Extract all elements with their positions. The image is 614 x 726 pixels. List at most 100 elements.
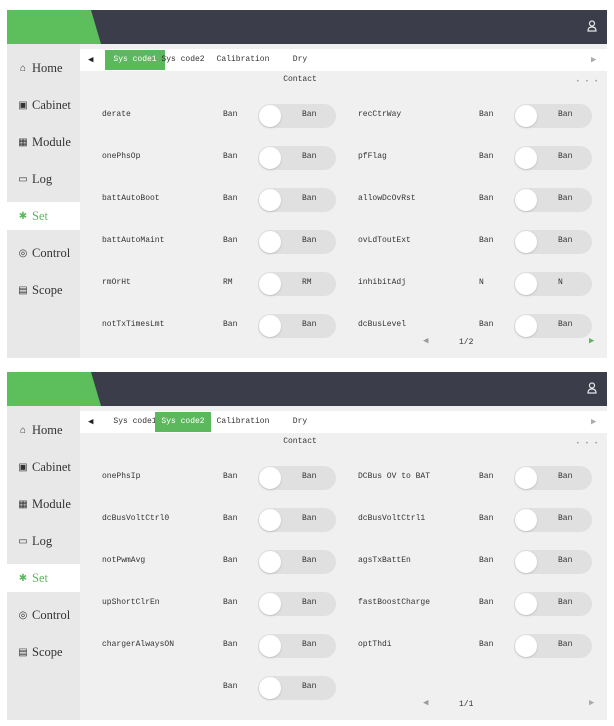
home-icon: ⌂ — [19, 424, 26, 436]
next-page-icon[interactable]: ▶ — [589, 336, 594, 346]
tab-dry-contact[interactable]: Dry Contact — [274, 412, 326, 446]
setting-toggle[interactable]: Ban — [514, 314, 592, 338]
sidebar-item-cabinet[interactable]: ▣ Cabinet — [7, 91, 80, 119]
setting-label: derate — [102, 110, 131, 119]
tab-dry-contact[interactable]: Dry Contact — [274, 50, 326, 84]
settings-row: onePhsOp Ban Ban pfFlag Ban Ban — [80, 146, 607, 170]
setting-toggle[interactable]: Ban — [514, 634, 592, 658]
toggle-label: Ban — [558, 556, 573, 565]
toggle-knob — [515, 593, 537, 615]
toggle-label: Ban — [302, 320, 317, 329]
toggle-knob — [515, 551, 537, 573]
setting-toggle[interactable]: Ban — [258, 104, 336, 128]
sidebar-item-label: Set — [32, 570, 48, 585]
setting-label: allowDcOvRst — [358, 194, 416, 203]
sidebar-item-module[interactable]: ▦ Module — [7, 490, 80, 518]
setting-value: Ban — [223, 556, 238, 565]
setting-toggle[interactable]: Ban — [258, 592, 336, 616]
setting-label: rmOrHt — [102, 278, 131, 287]
sidebar-item-scope[interactable]: ▤ Scope — [7, 276, 80, 304]
toggle-knob — [259, 105, 281, 127]
setting-value: Ban — [223, 110, 238, 119]
setting-value: Ban — [223, 640, 238, 649]
next-page-icon[interactable]: ▶ — [589, 698, 594, 708]
setting-toggle[interactable]: Ban — [514, 508, 592, 532]
sidebar-item-scope[interactable]: ▤ Scope — [7, 638, 80, 666]
sidebar-item-home[interactable]: ⌂ Home — [7, 416, 80, 444]
setting-toggle[interactable]: Ban — [514, 188, 592, 212]
tab-calibration[interactable]: Calibration — [214, 50, 272, 70]
setting-toggle[interactable]: Ban — [514, 230, 592, 254]
setting-toggle[interactable]: Ban — [258, 314, 336, 338]
setting-value: Ban — [479, 320, 494, 329]
tab-sys-code2[interactable]: Sys code2 — [155, 412, 211, 432]
setting-toggle[interactable]: Ban — [514, 550, 592, 574]
settings-grid: onePhsIp Ban Ban DCBus OV to BAT Ban Ban dcBus… — [80, 434, 607, 720]
toggle-knob — [259, 315, 281, 337]
setting-toggle[interactable]: Ban — [258, 466, 336, 490]
tab-scroll-left-icon[interactable]: ◀ — [88, 54, 98, 66]
set-icon: ✱ — [18, 572, 28, 584]
sidebar-item-home[interactable]: ⌂ Home — [7, 54, 80, 82]
cabinet-icon: ▣ — [18, 99, 28, 111]
setting-label: ovLdToutExt — [358, 236, 411, 245]
module-icon: ▦ — [18, 136, 28, 148]
settings-row: battAutoBoot Ban Ban allowDcOvRst Ban Ban — [80, 188, 607, 212]
setting-toggle[interactable]: Ban — [514, 146, 592, 170]
toggle-knob — [259, 677, 281, 699]
sidebar-item-module[interactable]: ▦ Module — [7, 128, 80, 156]
toggle-knob — [515, 467, 537, 489]
sidebar-item-control[interactable]: ◎ Control — [7, 601, 80, 629]
sidebar-item-control[interactable]: ◎ Control — [7, 239, 80, 267]
prev-page-icon[interactable]: ◀ — [423, 698, 428, 708]
sidebar-item-log[interactable]: ▭ Log — [7, 527, 80, 555]
setting-toggle[interactable]: Ban — [258, 550, 336, 574]
toggle-label: Ban — [558, 236, 573, 245]
sidebar-item-label: Home — [32, 422, 63, 437]
settings-row: battAutoMaint Ban Ban ovLdToutExt Ban Ban — [80, 230, 607, 254]
setting-toggle[interactable]: Ban — [258, 230, 336, 254]
home-icon: ⌂ — [19, 62, 26, 74]
tab-scroll-right-icon[interactable]: ▶ — [591, 54, 601, 66]
setting-toggle[interactable]: Ban — [514, 104, 592, 128]
setting-value: Ban — [479, 514, 494, 523]
tab-calibration[interactable]: Calibration — [214, 412, 272, 432]
prev-page-icon[interactable]: ◀ — [423, 336, 428, 346]
sidebar-item-label: Control — [32, 245, 71, 260]
setting-toggle[interactable]: Ban — [514, 466, 592, 490]
setting-toggle[interactable]: RM — [258, 272, 336, 296]
sidebar-item-label: Home — [32, 60, 63, 75]
setting-toggle[interactable]: Ban — [258, 508, 336, 532]
toggle-knob — [515, 509, 537, 531]
setting-toggle[interactable]: Ban — [258, 676, 336, 700]
sidebar-item-set[interactable]: ✱ Set — [7, 202, 80, 230]
setting-value: Ban — [479, 236, 494, 245]
tab-sys-code2[interactable]: Sys code2 — [155, 50, 211, 70]
control-icon: ◎ — [18, 609, 28, 621]
setting-toggle[interactable]: Ban — [514, 592, 592, 616]
toggle-label: Ban — [558, 514, 573, 523]
toggle-label: Ban — [302, 514, 317, 523]
settings-row: dcBusVoltCtrl0 Ban Ban dcBusVoltCtrl1 Ban Ban — [80, 508, 607, 532]
tab-scroll-left-icon[interactable]: ◀ — [88, 416, 98, 428]
setting-value: Ban — [223, 194, 238, 203]
settings-row: notTxTimesLmt Ban Ban dcBusLevel Ban Ban — [80, 314, 607, 338]
tab-scroll-right-icon[interactable]: ▶ — [591, 416, 601, 428]
setting-toggle[interactable]: N — [514, 272, 592, 296]
sidebar-item-set[interactable]: ✱ Set — [7, 564, 80, 592]
setting-toggle[interactable]: Ban — [258, 188, 336, 212]
set-icon: ✱ — [18, 210, 28, 222]
setting-toggle[interactable]: Ban — [258, 146, 336, 170]
setting-toggle[interactable]: Ban — [258, 634, 336, 658]
log-icon: ▭ — [18, 173, 28, 185]
control-icon: ◎ — [18, 247, 28, 259]
sidebar-item-log[interactable]: ▭ Log — [7, 165, 80, 193]
sidebar-item-label: Scope — [32, 644, 63, 659]
sidebar-item-cabinet[interactable]: ▣ Cabinet — [7, 453, 80, 481]
settings-row: onePhsIp Ban Ban DCBus OV to BAT Ban Ban — [80, 466, 607, 490]
user-icon[interactable] — [587, 19, 599, 33]
toggle-label: Ban — [302, 236, 317, 245]
setting-label: upShortClrEn — [102, 598, 160, 607]
user-icon[interactable] — [587, 381, 599, 395]
toggle-knob — [259, 509, 281, 531]
